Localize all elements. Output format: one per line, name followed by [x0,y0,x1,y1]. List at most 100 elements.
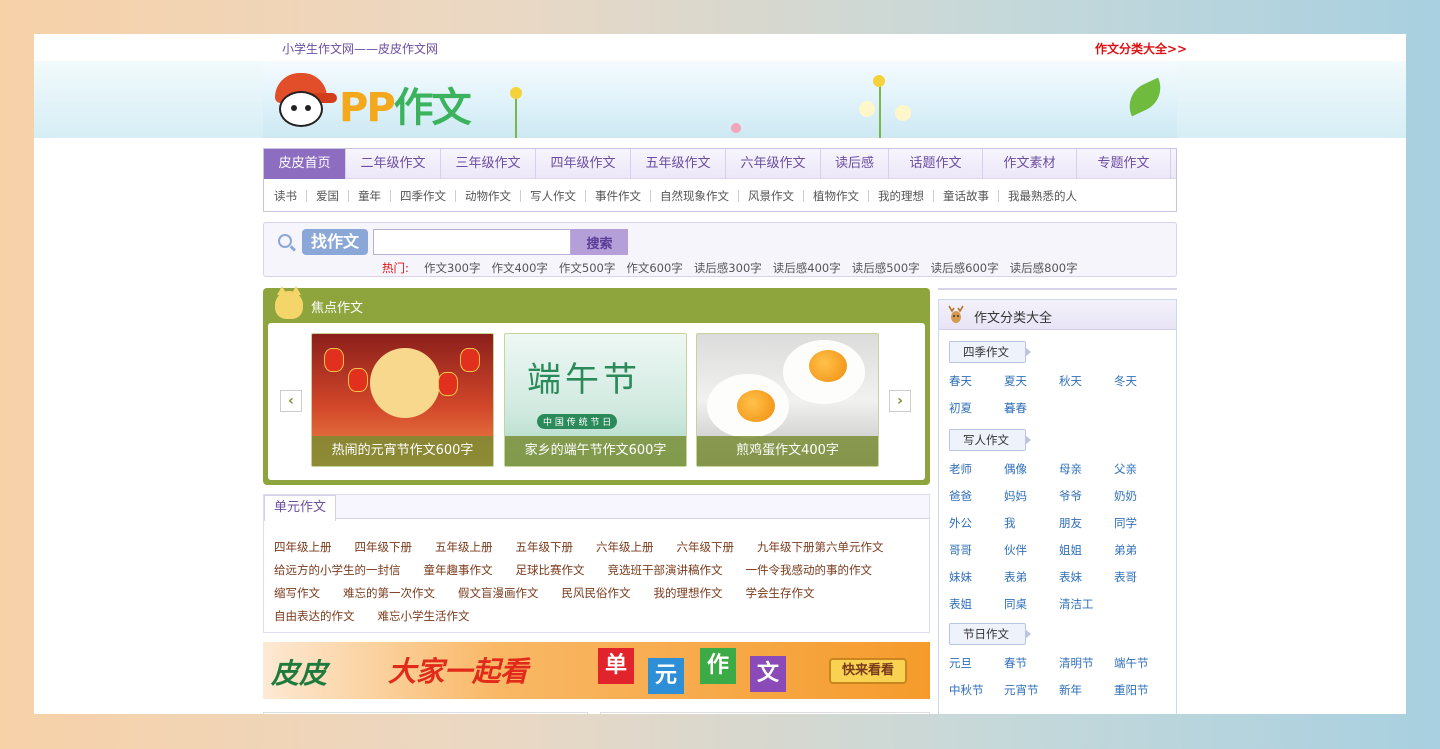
category-link[interactable]: 表哥 [1114,570,1169,585]
category-link[interactable]: 中秋节 [949,683,1004,698]
sub-link[interactable]: 爱国 [307,190,349,202]
unit-link[interactable]: 五年级下册 [516,539,574,555]
unit-link[interactable]: 一件令我感动的事的作文 [746,562,873,578]
unit-link[interactable]: 缩写作文 [274,585,320,601]
category-link[interactable]: 奶奶 [1114,489,1169,504]
category-link[interactable]: 清明节 [1059,656,1114,671]
category-link[interactable]: 弟弟 [1114,543,1169,558]
unit-link[interactable]: 童年趣事作文 [424,562,493,578]
nav-tab-grade4[interactable]: 四年级作文 [536,149,631,179]
category-link[interactable]: 表妹 [1059,570,1114,585]
sub-link[interactable]: 我最熟悉的人 [999,190,1086,202]
sub-link[interactable]: 动物作文 [456,190,521,202]
search-button[interactable]: 搜索 [571,229,628,255]
ad-banner[interactable]: 皮皮 大家一起看 单 元 作 文 快来看看 [263,642,930,699]
category-link[interactable]: 秋天 [1059,374,1114,389]
hot-link[interactable]: 读后感500字 [852,260,920,276]
unit-link[interactable]: 六年级上册 [596,539,654,555]
nav-tab-reading-notes[interactable]: 读后感 [821,149,889,179]
site-name-link[interactable]: 小学生作文网——皮皮作文网 [282,40,438,57]
category-link[interactable]: 元旦 [949,656,1004,671]
hot-link[interactable]: 读后感600字 [931,260,999,276]
group-label-festivals[interactable]: 节日作文 [949,623,1031,645]
category-link[interactable]: 夏天 [1004,374,1059,389]
nav-tab-grade3[interactable]: 三年级作文 [441,149,536,179]
category-link[interactable]: 爸爸 [949,489,1004,504]
unit-link[interactable]: 竞选班干部演讲稿作文 [608,562,723,578]
category-link[interactable]: 母亲 [1059,462,1114,477]
unit-link[interactable]: 九年级下册第六单元作文 [757,539,884,555]
category-link[interactable]: 老师 [949,462,1004,477]
category-link[interactable]: 妈妈 [1004,489,1059,504]
all-categories-link[interactable]: 作文分类大全>> [1095,40,1187,57]
search-input[interactable] [373,229,571,255]
sub-link[interactable]: 风景作文 [739,190,804,202]
category-link[interactable]: 同学 [1114,516,1169,531]
unit-link[interactable]: 自由表达的作文 [274,608,355,624]
hot-link[interactable]: 作文400字 [491,260,547,276]
category-link[interactable]: 偶像 [1004,462,1059,477]
sub-link[interactable]: 植物作文 [804,190,869,202]
category-link[interactable]: 清洁工 [1059,597,1114,612]
category-link[interactable]: 朋友 [1059,516,1114,531]
category-link[interactable]: 外公 [949,516,1004,531]
hot-link[interactable]: 读后感400字 [773,260,841,276]
unit-link[interactable]: 五年级上册 [435,539,493,555]
unit-link[interactable]: 学会生存作文 [746,585,815,601]
group-label-people[interactable]: 写人作文 [949,429,1031,451]
category-link[interactable]: 伙伴 [1004,543,1059,558]
carousel-next-button[interactable]: › [889,390,911,412]
carousel-slide[interactable]: 热闹的元宵节作文600字 [311,333,494,467]
category-link[interactable]: 端午节 [1114,656,1169,671]
nav-tab-grade2[interactable]: 二年级作文 [346,149,441,179]
carousel-slide[interactable]: 煎鸡蛋作文400字 [696,333,879,467]
unit-link[interactable]: 难忘的第一次作文 [343,585,435,601]
unit-link[interactable]: 四年级下册 [355,539,413,555]
hot-link[interactable]: 作文500字 [559,260,615,276]
nav-tab-special[interactable]: 专题作文 [1077,149,1171,179]
category-link[interactable]: 表姐 [949,597,1004,612]
hot-link[interactable]: 读后感800字 [1010,260,1078,276]
nav-tab-material[interactable]: 作文素材 [983,149,1077,179]
hot-link[interactable]: 作文600字 [626,260,682,276]
carousel-prev-button[interactable]: ‹ [280,390,302,412]
category-link[interactable]: 春节 [1004,656,1059,671]
unit-link[interactable]: 给远方的小学生的一封信 [274,562,401,578]
category-link[interactable]: 父亲 [1114,462,1169,477]
category-link[interactable]: 姐姐 [1059,543,1114,558]
nav-tab-grade6[interactable]: 六年级作文 [726,149,821,179]
category-link[interactable]: 重阳节 [1114,683,1169,698]
sub-link[interactable]: 童年 [349,190,391,202]
category-link[interactable]: 爷爷 [1059,489,1114,504]
sub-link[interactable]: 事件作文 [586,190,651,202]
category-link[interactable]: 冬天 [1114,374,1169,389]
category-link[interactable]: 表弟 [1004,570,1059,585]
category-link[interactable]: 哥哥 [949,543,1004,558]
unit-link[interactable]: 难忘小学生活作文 [378,608,470,624]
category-link[interactable]: 新年 [1059,683,1114,698]
sub-link[interactable]: 读书 [274,190,307,202]
unit-tab[interactable]: 单元作文 [264,495,336,521]
category-link[interactable]: 同桌 [1004,597,1059,612]
nav-tab-home[interactable]: 皮皮首页 [264,149,346,179]
group-label-seasons[interactable]: 四季作文 [949,341,1031,363]
unit-link[interactable]: 四年级上册 [274,539,332,555]
unit-link[interactable]: 民风民俗作文 [562,585,631,601]
category-link[interactable]: 妹妹 [949,570,1004,585]
unit-link[interactable]: 六年级下册 [677,539,735,555]
carousel-slide[interactable]: 端午节 中 国 传 统 节 日 家乡的端午节作文600字 [504,333,687,467]
nav-tab-grade5[interactable]: 五年级作文 [631,149,726,179]
category-link[interactable]: 元宵节 [1004,683,1059,698]
unit-link[interactable]: 足球比赛作文 [516,562,585,578]
hot-link[interactable]: 作文300字 [424,260,480,276]
category-link[interactable]: 初夏 [949,401,1004,416]
sub-link[interactable]: 童话故事 [934,190,999,202]
sub-link[interactable]: 我的理想 [869,190,934,202]
category-link[interactable]: 春天 [949,374,1004,389]
nav-tab-topic[interactable]: 话题作文 [889,149,983,179]
unit-link[interactable]: 假文盲漫画作文 [458,585,539,601]
sub-link[interactable]: 四季作文 [391,190,456,202]
sub-link[interactable]: 自然现象作文 [651,190,739,202]
category-link[interactable]: 暮春 [1004,401,1059,416]
category-link[interactable]: 我 [1004,516,1059,531]
